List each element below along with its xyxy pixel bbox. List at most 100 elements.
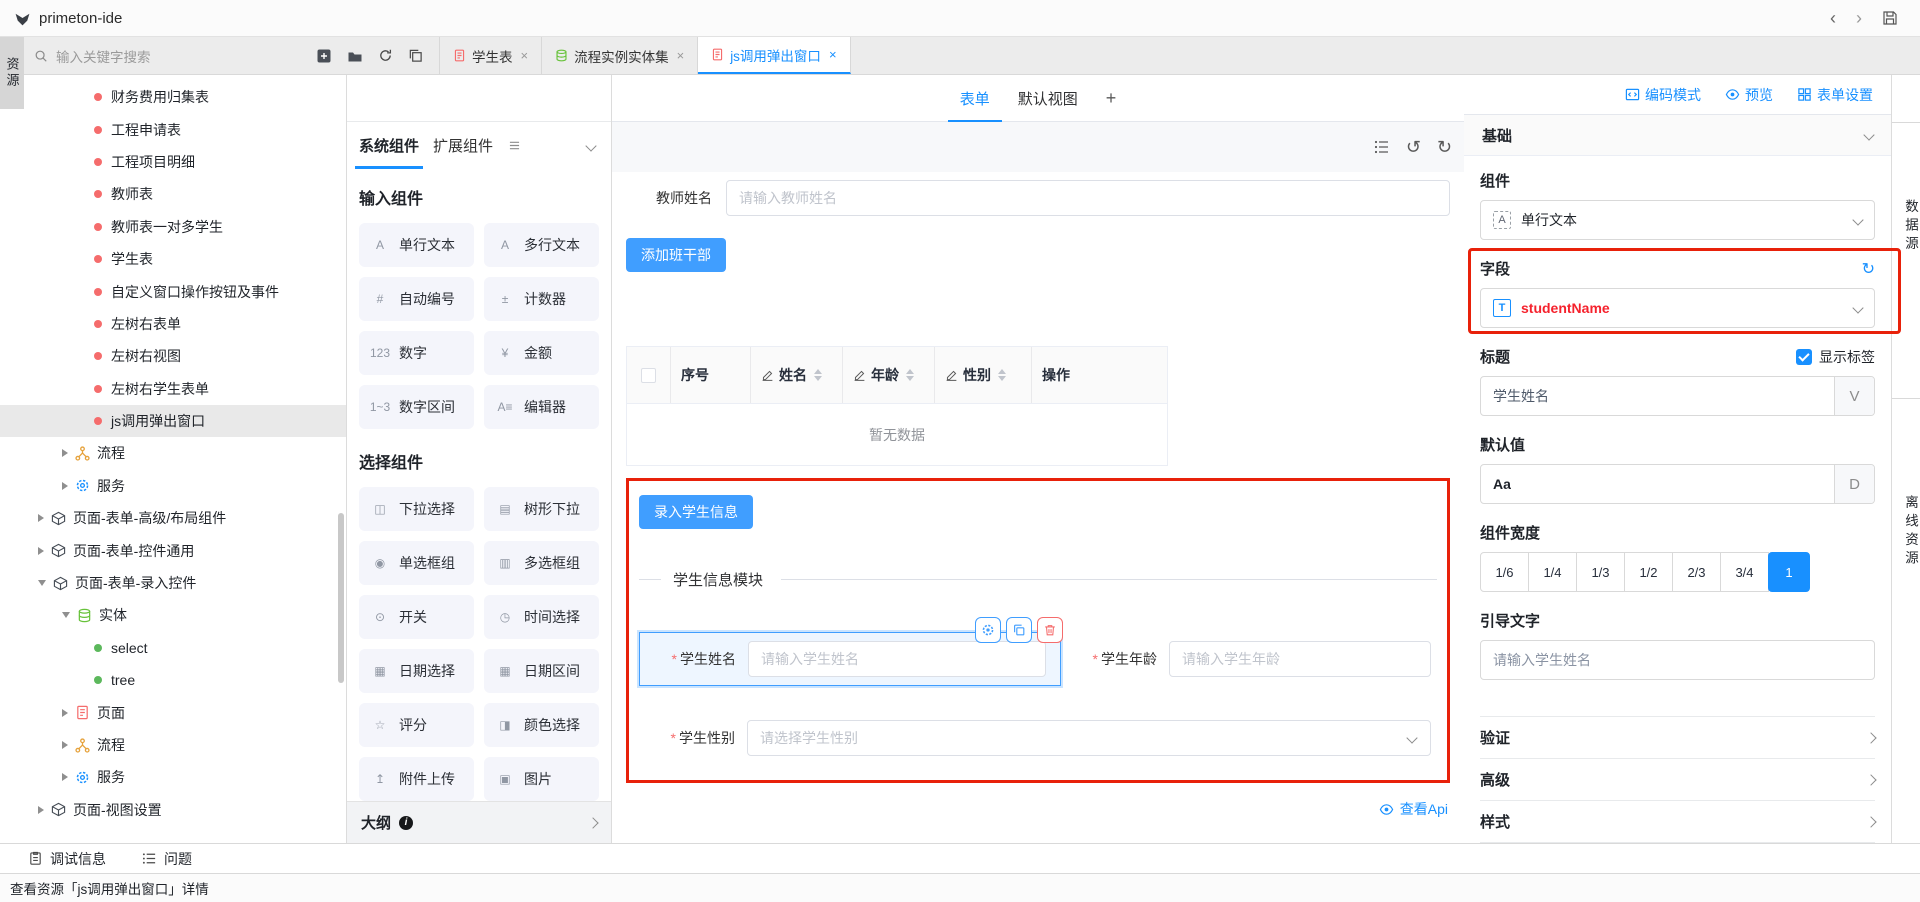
default-value-input[interactable]: Aa: [1481, 465, 1834, 503]
undo-icon[interactable]: ↺: [1406, 138, 1421, 156]
teacher-name-field[interactable]: 教师姓名 请输入教师姓名: [626, 180, 1456, 216]
outline-footer[interactable]: 大纲: [347, 801, 611, 843]
tree-item[interactable]: 页面: [0, 696, 346, 728]
student-gender-field[interactable]: *学生性别 请选择学生性别: [639, 720, 1437, 756]
palette-item[interactable]: ☆评分: [359, 703, 474, 747]
field-binding-select[interactable]: T studentName: [1480, 288, 1875, 328]
tab-default-view[interactable]: 默认视图: [1018, 75, 1078, 121]
refresh-icon[interactable]: [378, 48, 393, 63]
tree-item[interactable]: 服务: [0, 761, 346, 793]
debug-info-button[interactable]: 调试信息: [28, 849, 106, 869]
collapse-window-icon[interactable]: [408, 48, 423, 63]
tab-system-components[interactable]: 系统组件: [359, 122, 419, 169]
palette-item[interactable]: ◫下拉选择: [359, 487, 474, 531]
delete-trash-icon[interactable]: [1037, 617, 1063, 643]
tree-item[interactable]: 流程: [0, 729, 346, 761]
width-option[interactable]: 1/2: [1624, 552, 1673, 592]
sort-icon[interactable]: [906, 369, 914, 381]
copy-icon[interactable]: [1006, 617, 1032, 643]
width-option[interactable]: 1/3: [1576, 552, 1625, 592]
issues-button[interactable]: 问题: [142, 849, 192, 869]
tree-item[interactable]: select: [0, 632, 346, 664]
tree-item[interactable]: 流程: [0, 437, 346, 469]
tree-item[interactable]: 左树右表单: [0, 308, 346, 340]
tree-item[interactable]: 教师表一对多学生: [0, 211, 346, 243]
chevron-down-icon[interactable]: [585, 140, 596, 151]
tree-item[interactable]: 服务: [0, 470, 346, 502]
form-settings-button[interactable]: 表单设置: [1797, 85, 1873, 105]
nav-back-icon[interactable]: ‹: [1830, 9, 1836, 27]
structure-icon[interactable]: [1374, 139, 1390, 155]
palette-item[interactable]: A多行文本: [484, 223, 599, 267]
view-api-link[interactable]: 查看Api: [626, 799, 1448, 819]
close-icon[interactable]: ×: [521, 48, 529, 63]
section-style[interactable]: 样式: [1480, 801, 1875, 843]
tree-item[interactable]: 页面-表单-高级/布局组件: [0, 502, 346, 534]
palette-item[interactable]: ◷时间选择: [484, 595, 599, 639]
width-option[interactable]: 3/4: [1720, 552, 1769, 592]
default-value-button[interactable]: D: [1834, 465, 1874, 503]
tree-item[interactable]: 实体: [0, 599, 346, 631]
tree-item[interactable]: 自定义窗口操作按钮及事件: [0, 275, 346, 307]
add-class-cadre-button[interactable]: 添加班干部: [626, 238, 726, 272]
sort-icon[interactable]: [998, 369, 1006, 381]
show-label-toggle[interactable]: 显示标签: [1796, 347, 1875, 367]
nav-forward-icon[interactable]: ›: [1856, 9, 1862, 27]
add-view-button[interactable]: +: [1106, 88, 1117, 109]
tree-item[interactable]: 学生表: [0, 243, 346, 275]
doc-tab-student-table[interactable]: 学生表 ×: [440, 37, 542, 74]
redo-icon[interactable]: ↻: [1437, 138, 1452, 156]
left-rail-tab-resources[interactable]: 资源: [0, 37, 24, 109]
enter-student-info-button[interactable]: 录入学生信息: [639, 495, 753, 529]
palette-item[interactable]: ▣图片: [484, 757, 599, 801]
title-variable-button[interactable]: V: [1834, 377, 1874, 415]
palette-item[interactable]: ◨颜色选择: [484, 703, 599, 747]
student-gender-select[interactable]: 请选择学生性别: [747, 720, 1431, 756]
palette-item[interactable]: ¥金额: [484, 331, 599, 375]
section-advanced[interactable]: 高级: [1480, 759, 1875, 801]
tab-form[interactable]: 表单: [960, 75, 990, 121]
column-header-name[interactable]: 姓名: [751, 347, 843, 403]
title-input[interactable]: 学生姓名: [1481, 377, 1834, 415]
tree-item[interactable]: 左树右视图: [0, 340, 346, 372]
palette-item[interactable]: #自动编号: [359, 277, 474, 321]
palette-item[interactable]: 1~3数字区间: [359, 385, 474, 429]
tree-item[interactable]: 页面-表单-录入控件: [0, 567, 346, 599]
code-mode-button[interactable]: 编码模式: [1625, 85, 1701, 105]
palette-item[interactable]: ◉单选框组: [359, 541, 474, 585]
width-option[interactable]: 1/4: [1528, 552, 1577, 592]
settings-gear-icon[interactable]: [975, 617, 1001, 643]
tree-item-selected[interactable]: js调用弹出窗口: [0, 405, 346, 437]
search-placeholder[interactable]: 输入关键字搜索: [56, 46, 151, 66]
palette-item[interactable]: A≡编辑器: [484, 385, 599, 429]
palette-item[interactable]: ▤树形下拉: [484, 487, 599, 531]
palette-item[interactable]: ▥多选框组: [484, 541, 599, 585]
tree-item[interactable]: 左树右学生表单: [0, 373, 346, 405]
palette-item[interactable]: ±计数器: [484, 277, 599, 321]
section-validation[interactable]: 验证: [1480, 717, 1875, 759]
palette-item[interactable]: A单行文本: [359, 223, 474, 267]
tree-item[interactable]: tree: [0, 664, 346, 696]
student-age-field[interactable]: *学生年龄 请输入学生年龄: [1061, 632, 1437, 686]
tree-item[interactable]: 工程项目明细: [0, 146, 346, 178]
palette-item[interactable]: ▦日期区间: [484, 649, 599, 693]
column-header-gender[interactable]: 性别: [935, 347, 1032, 403]
right-rail-tab-offline-resources[interactable]: 离线资源: [1892, 419, 1920, 645]
component-type-select[interactable]: A 单行文本: [1480, 200, 1875, 240]
doc-tab-js-popup-window[interactable]: js调用弹出窗口 ×: [698, 37, 850, 74]
sync-icon[interactable]: ↻: [1862, 259, 1875, 279]
close-icon[interactable]: ×: [677, 48, 685, 63]
close-icon[interactable]: ×: [829, 47, 837, 62]
palette-item[interactable]: 123数字: [359, 331, 474, 375]
placeholder-input[interactable]: 请输入学生姓名: [1480, 640, 1875, 680]
width-option[interactable]: 2/3: [1672, 552, 1721, 592]
resource-search[interactable]: 输入关键字搜索: [0, 37, 312, 74]
width-option-active[interactable]: 1: [1768, 552, 1810, 592]
import-icon[interactable]: [316, 48, 332, 64]
palette-menu-icon[interactable]: [509, 140, 520, 151]
tree-item[interactable]: 工程申请表: [0, 113, 346, 145]
column-header-age[interactable]: 年龄: [843, 347, 935, 403]
palette-item[interactable]: ↥附件上传: [359, 757, 474, 801]
save-icon[interactable]: [1882, 10, 1898, 26]
select-all-checkbox[interactable]: [641, 368, 656, 383]
